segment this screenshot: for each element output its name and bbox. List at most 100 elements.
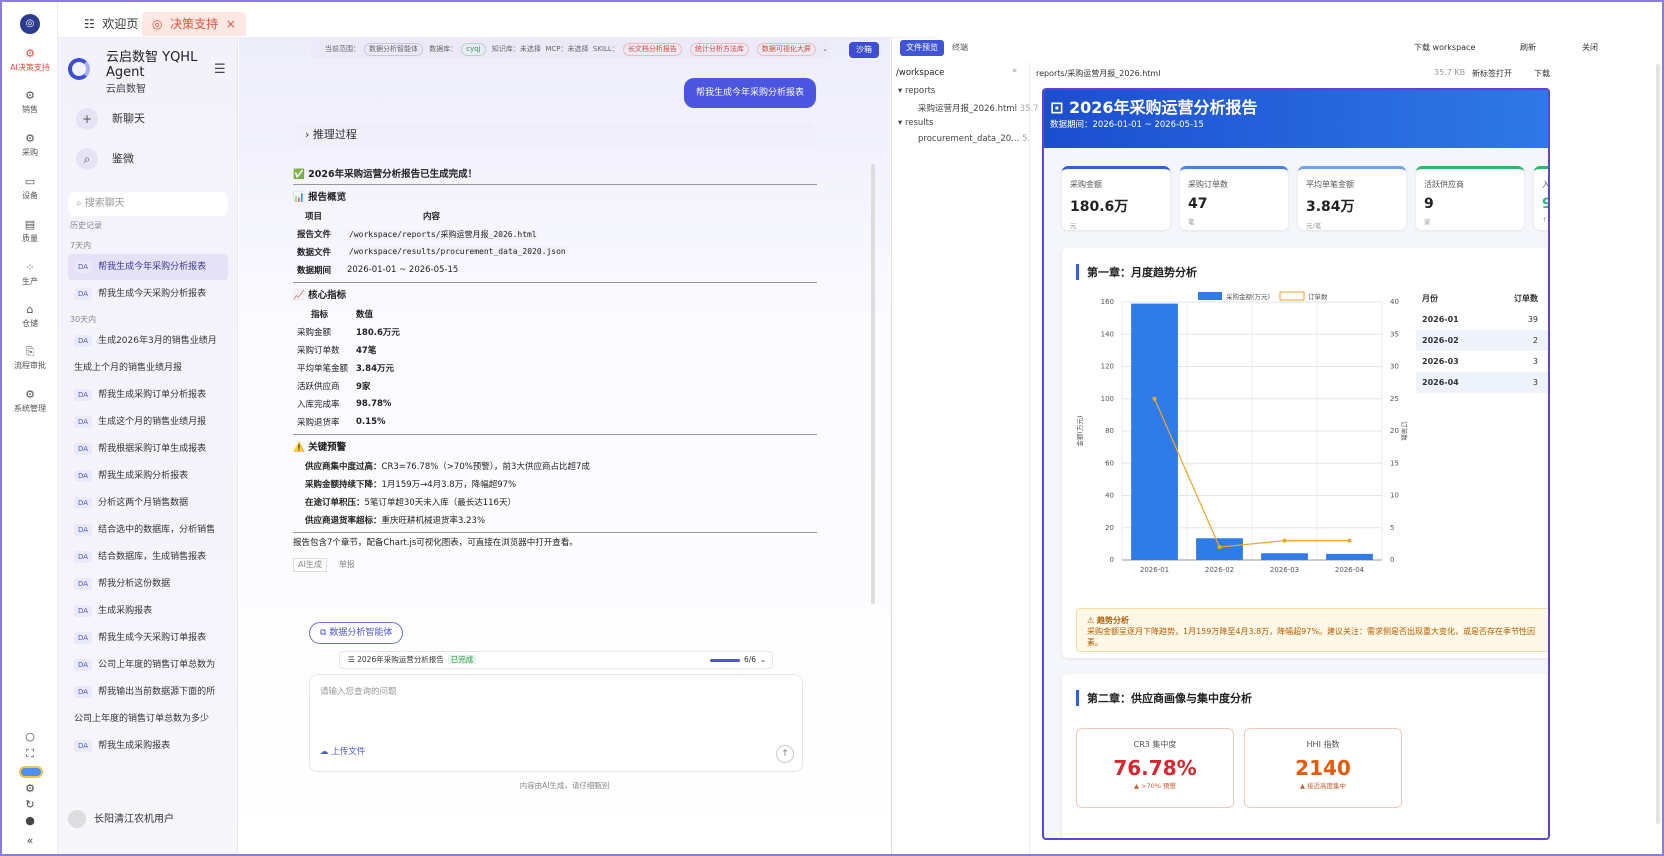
da-badge: DA [74, 632, 93, 644]
tab-terminal[interactable]: 终端 [946, 40, 974, 56]
sidebar-history-item[interactable]: DA 分析这两个月销售数据 [68, 490, 228, 516]
rail-item-quality[interactable]: ▤ 质量 [2, 219, 58, 244]
tree-file-data[interactable]: procurement_data_20... 5. [918, 134, 1030, 144]
tab-welcome[interactable]: ☷ 欢迎页 [74, 12, 148, 36]
skill-chip[interactable]: 统计分析方法库 [689, 43, 749, 56]
sidebar-history-item[interactable]: DA 结合选中的数据库，分析销售 [68, 517, 228, 543]
sidebar-collapse-icon[interactable]: ☰ [214, 62, 226, 77]
chat-scrollbar[interactable] [871, 164, 875, 604]
y-tick-label: 20 [1105, 524, 1114, 532]
tab-decision[interactable]: ◎ 决策支持 × [142, 12, 246, 36]
sidebar-history-item[interactable]: DA 生成采购报表 [68, 598, 228, 624]
collapse-tree-icon[interactable]: « [1012, 66, 1017, 76]
current-user[interactable]: 长阳清江农机用户 [68, 810, 174, 828]
cloud-upload-icon: ☁ [320, 747, 329, 757]
metrics-table: 指标 数值 采购金额 180.6万元 采购订单数 47笔 平均单笔金额 3.84万元 活… [293, 305, 404, 431]
send-button[interactable]: ↑ [776, 745, 794, 763]
rail-item-purchase[interactable]: ⚙ 采购 [2, 133, 58, 158]
rail-item-approval[interactable]: ⎘ 流程审批 [2, 346, 58, 371]
tree-file-report[interactable]: 采购运营月报_2026.html 35.7 [918, 102, 1039, 114]
agent-icon: ⧉ [320, 628, 327, 638]
reasoning-toggle[interactable]: › 推理过程 [295, 122, 815, 148]
theme-toggle[interactable] [19, 766, 43, 778]
upload-button[interactable]: ☁ 上传文件 [320, 745, 365, 757]
file-path: reports/采购运营月报_2026.html [1036, 69, 1161, 78]
db-chip[interactable]: cyqj [461, 43, 486, 56]
y-tick-label: 40 [1105, 492, 1114, 500]
collapse-rail-icon[interactable]: « [2, 834, 58, 847]
approval-icon: ⎘ [25, 345, 35, 358]
sidebar-history-item[interactable]: DA 帮我输出当前数据源下面的所 [68, 679, 228, 705]
agent-selector-button[interactable]: ⧉ 数据分析智能体 [309, 622, 404, 644]
rail-item-device[interactable]: ▭ 设备 [2, 176, 58, 201]
bar [1261, 553, 1308, 560]
chevron-down-icon[interactable]: ⌄ [760, 652, 766, 668]
user-icon[interactable]: ● [2, 814, 58, 827]
sidebar-history-item[interactable]: 公司上年度的销售订单总数为多少 [68, 706, 228, 732]
rail-item-ai[interactable]: ⚙ AI决策支持 [2, 48, 58, 73]
sidebar-history-item[interactable]: DA 生成这个月的销售业绩月报 [68, 409, 228, 435]
chevron-down-icon[interactable]: ⌄ [822, 45, 828, 53]
skill-chip[interactable]: 数据可视化大屏 [756, 43, 816, 56]
sidebar-history-item[interactable]: DA 帮我根据采购订单生成报表 [68, 436, 228, 462]
sidebar-history-item[interactable]: DA 帮我生成采购订单分析报表 [68, 382, 228, 408]
rail-item-warehouse[interactable]: ⌂ 仓储 [2, 304, 58, 329]
rail-item-production[interactable]: ⁘ 生产 [2, 262, 58, 287]
sidebar-history-item[interactable]: DA 帮我生成今天采购订单报表 [68, 625, 228, 651]
chat-input[interactable]: 请输入您查询的问题 ☁ 上传文件 ↑ [309, 674, 803, 772]
sidebar-history-item[interactable]: DA 帮我生成采购报表 [68, 733, 228, 759]
user-message: 帮我生成今年采购分析报表 [683, 78, 816, 108]
da-badge: DA [74, 605, 93, 617]
da-badge: DA [74, 524, 93, 536]
download-button[interactable]: 下载 [1534, 68, 1550, 79]
kpi-card: 采购订单数 47 笔 [1180, 166, 1288, 230]
cr3-card: CR3 集中度 76.78% ▲ >70% 预警 [1076, 728, 1234, 808]
new-chat-button[interactable]: + 新聊天 [76, 108, 145, 136]
refresh-icon[interactable]: ↻ [2, 798, 58, 811]
fullscreen-icon[interactable]: ⛶ [2, 747, 58, 761]
chat-search-input[interactable]: ⌕ 搜索聊天 [68, 192, 228, 216]
chat-sidebar: 云启数智 YQHL Agent 云启数智 ☰ + 新聊天 ⌕ 鉴微 ⌕ 搜索聊天 历史… [58, 38, 238, 854]
sandbox-button[interactable]: 沙箱 [849, 42, 879, 58]
panel-toolbar: 文件预览 终端 下载 workspace 刷新 关闭 [892, 38, 1662, 60]
sidebar-history-item[interactable]: DA 帮我生成采购分析报表 [68, 463, 228, 489]
y-tick-label: 120 [1101, 363, 1114, 371]
tab-file-preview[interactable]: 文件预览 [900, 40, 944, 56]
gear-icon[interactable]: ⚙ [2, 782, 58, 795]
task-progress[interactable]: ☰ 2026年采购运营分析报告 已完成 6/6 ⌄ [339, 651, 773, 669]
chapter-1-card: 第一章：月度趋势分析 0 20 40 60 80 100 120 140 160 0 5 10 15 20… [1062, 248, 1548, 658]
mirror-button[interactable]: ⌕ 鉴微 [76, 148, 134, 176]
sidebar-history-item[interactable]: DA 帮我生成今天采购分析报表 [68, 281, 228, 307]
help-icon[interactable]: ○ [2, 730, 58, 743]
file-size: 35.7 KB [1434, 68, 1466, 77]
rail-item-settings[interactable]: ⚙ 系统管理 [2, 389, 58, 414]
table-row: 采购金额 180.6万元 [297, 328, 400, 338]
sidebar-history-item[interactable]: 生成上个月的销售业绩月报 [68, 355, 228, 381]
y-tick-label: 160 [1101, 298, 1114, 306]
download-workspace-button[interactable]: 下载 workspace [1414, 42, 1475, 53]
close-tab-icon[interactable]: × [226, 17, 236, 31]
panel-scrollbar[interactable] [1656, 64, 1660, 824]
warning-icon: ⚠ [1087, 616, 1095, 625]
agent-chip[interactable]: 数据分析智能体 [364, 43, 423, 56]
sidebar-history-item[interactable]: DA 公司上年度的销售订单总数为 [68, 652, 228, 678]
sidebar-history-item[interactable]: DA 帮我生成今年采购分析报表 [68, 254, 228, 280]
skill-chip[interactable]: 长文档分析报告 [622, 43, 682, 56]
bar [1131, 303, 1178, 560]
tree-root: /workspace [896, 68, 945, 78]
rail-item-sales[interactable]: ⚙ 销售 [2, 90, 58, 115]
plus-icon: + [76, 108, 98, 130]
sidebar-history-item[interactable]: DA 结合数据库，生成销售报表 [68, 544, 228, 570]
refresh-button[interactable]: 刷新 [1520, 42, 1536, 53]
open-new-tab-button[interactable]: 新标签打开 [1472, 68, 1512, 79]
sidebar-history-item[interactable]: DA 帮我分析这份数据 [68, 571, 228, 597]
close-panel-button[interactable]: 关闭 [1582, 42, 1598, 53]
history-label: 历史记录 [70, 221, 102, 230]
tree-folder-reports[interactable]: ▾ reports [898, 86, 935, 96]
production-icon: ⁘ [25, 261, 35, 274]
sidebar-history-item[interactable]: DA 生成2026年3月的销售业绩月 [68, 328, 228, 354]
file-tree: /workspace « ▾ reports 采购运营月报_2026.html … [892, 62, 1039, 854]
kpi-card: 采购金额 180.6万元 [1062, 166, 1170, 230]
tree-folder-results[interactable]: ▾ results [898, 118, 933, 128]
brand-logo-icon [68, 58, 90, 80]
